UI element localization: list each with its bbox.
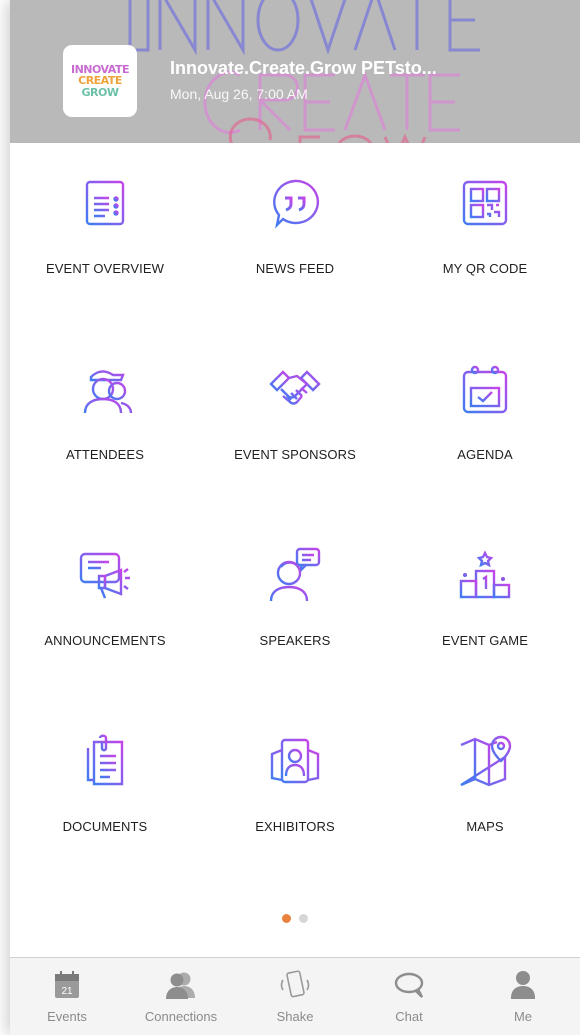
tab-events[interactable]: 21 Events: [10, 958, 124, 1035]
event-title: Innovate.Create.Grow PETsto...: [170, 58, 437, 78]
chat-bubble-icon: [392, 970, 426, 1000]
people-icon: [164, 970, 198, 1000]
tile-label: ATTENDEES: [66, 447, 144, 462]
tile-documents[interactable]: DOCUMENTS: [10, 701, 200, 887]
tile-my-qr-code[interactable]: MY QR CODE: [390, 143, 580, 329]
tile-label: DOCUMENTS: [62, 819, 148, 834]
tab-me[interactable]: Me: [466, 958, 580, 1035]
tab-label: Shake: [276, 1009, 314, 1024]
exhibitors-icon: [265, 731, 325, 791]
tile-label: MY QR CODE: [442, 261, 528, 276]
phone-shake-icon: [278, 970, 312, 1000]
tile-label: EVENT SPONSORS: [234, 447, 356, 462]
megaphone-icon: [75, 545, 135, 605]
event-date: Mon, Aug 26, 7:00 AM: [170, 86, 308, 102]
tile-label: AGENDA: [457, 447, 513, 462]
tile-announcements[interactable]: ANNOUNCEMENTS: [10, 515, 200, 701]
tab-label: Events: [47, 1009, 87, 1024]
tile-label: EXHIBITORS: [255, 819, 335, 834]
news-feed-icon: [265, 173, 325, 233]
tab-label: Chat: [395, 1009, 423, 1024]
tab-chat[interactable]: Chat: [352, 958, 466, 1035]
tile-event-overview[interactable]: EVENT OVERVIEW: [10, 143, 200, 329]
tile-speakers[interactable]: SPEAKERS: [200, 515, 390, 701]
page-indicator[interactable]: [10, 914, 580, 923]
tile-label: ANNOUNCEMENTS: [44, 633, 166, 648]
calendar-day-icon: 21: [50, 970, 84, 1000]
documents-icon: [75, 731, 135, 791]
calendar-icon: [455, 359, 515, 419]
tab-connections[interactable]: Connections: [124, 958, 238, 1035]
handshake-icon: [265, 359, 325, 419]
tile-label: SPEAKERS: [259, 633, 331, 648]
person-icon: [506, 970, 540, 1000]
page-dot-active[interactable]: [282, 914, 291, 923]
logo-line-3: GROW: [81, 85, 119, 99]
event-header[interactable]: INNOVATE CREATE GROW Innovate.Create.Gro…: [10, 0, 580, 143]
calendar-day-number: 21: [61, 986, 73, 997]
tile-label: MAPS: [466, 819, 504, 834]
event-logo: INNOVATE CREATE GROW: [63, 45, 137, 117]
bottom-tab-bar: 21 Events Connections Shake Chat Me: [10, 957, 580, 1035]
speaker-icon: [265, 545, 325, 605]
tile-attendees[interactable]: ATTENDEES: [10, 329, 200, 515]
tile-news-feed[interactable]: NEWS FEED: [200, 143, 390, 329]
tile-label: EVENT GAME: [441, 633, 528, 648]
podium-icon: [455, 545, 515, 605]
tab-shake[interactable]: Shake: [238, 958, 352, 1035]
qr-code-icon: [455, 173, 515, 233]
tile-agenda[interactable]: AGENDA: [390, 329, 580, 515]
page-dot[interactable]: [299, 914, 308, 923]
tile-event-game[interactable]: EVENT GAME: [390, 515, 580, 701]
tile-label: EVENT OVERVIEW: [46, 261, 164, 276]
tile-exhibitors[interactable]: EXHIBITORS: [200, 701, 390, 887]
map-icon: [455, 731, 515, 791]
tile-maps[interactable]: MAPS: [390, 701, 580, 887]
attendees-icon: [75, 359, 135, 419]
tile-event-sponsors[interactable]: EVENT SPONSORS: [200, 329, 390, 515]
tab-label: Connections: [144, 1009, 218, 1024]
tile-label: NEWS FEED: [255, 261, 335, 276]
tab-label: Me: [513, 1009, 533, 1024]
event-overview-icon: [75, 173, 135, 233]
app-screen: INNOVATE CREATE GROW Innovate.Create.Gro…: [10, 0, 580, 1035]
